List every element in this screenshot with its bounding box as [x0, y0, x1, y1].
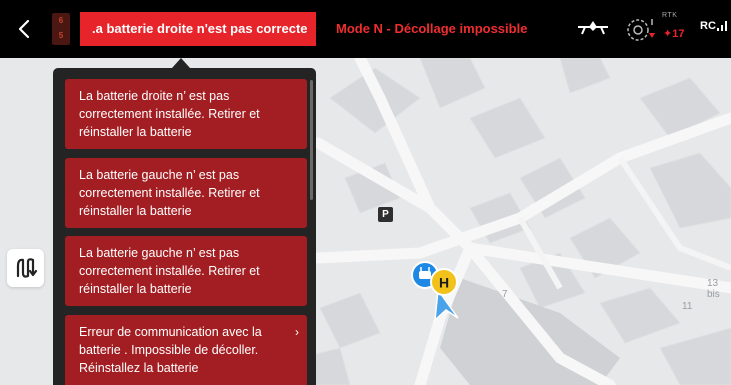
aircraft-home-markers[interactable]: H	[410, 260, 470, 327]
chevron-right-icon: ›	[295, 325, 299, 339]
top-status-bar: 6 5 .a batterie droite n'est pas correct…	[0, 0, 731, 58]
gps-icon[interactable]	[624, 13, 658, 50]
battery-top-value: 6	[58, 16, 64, 25]
route-icon	[16, 258, 38, 278]
alert-item[interactable]: Erreur de communication avec la batterie…	[65, 315, 307, 385]
popup-scrollbar[interactable]	[310, 80, 313, 200]
home-point-icon: H	[430, 268, 458, 296]
popup-caret	[172, 58, 190, 68]
alert-text: La batterie gauche n’ est pas correcteme…	[79, 246, 260, 296]
flight-mode-status: Mode N - Décollage impossible	[336, 21, 528, 36]
alert-popup: La batterie droite n’ est pas correcteme…	[53, 68, 316, 385]
battery-bottom-value: 5	[58, 31, 64, 40]
parking-marker: P	[378, 207, 393, 222]
map-label-7: 7	[502, 289, 508, 300]
back-button[interactable]	[12, 16, 38, 42]
alert-item[interactable]: La batterie gauche n’ est pas correcteme…	[65, 236, 307, 306]
battery-indicator[interactable]: 6 5	[52, 13, 70, 45]
rc-signal-icon	[717, 17, 729, 38]
map-label-13bis: 13 bis	[707, 278, 720, 300]
home-point-label: H	[439, 275, 449, 291]
satellite-icon: ✦	[663, 28, 673, 40]
satellite-count: ✦17	[663, 28, 685, 40]
alert-text: La batterie droite n’ est pas correcteme…	[79, 89, 260, 139]
alert-item[interactable]: La batterie gauche n’ est pas correcteme…	[65, 158, 307, 228]
alert-banner[interactable]: .a batterie droite n'est pas correcte	[80, 12, 316, 46]
alert-text: La batterie gauche n’ est pas correcteme…	[79, 168, 260, 218]
rc-label: RC	[700, 20, 716, 32]
alert-item[interactable]: La batterie droite n’ est pas correcteme…	[65, 79, 307, 149]
rtk-label: RTK	[662, 12, 678, 19]
map-label-11: 11	[682, 301, 693, 312]
alert-text: Erreur de communication avec la batterie…	[79, 325, 262, 375]
chevron-left-icon	[18, 19, 30, 39]
aircraft-icon	[576, 18, 610, 43]
route-tool-button[interactable]	[7, 249, 44, 287]
